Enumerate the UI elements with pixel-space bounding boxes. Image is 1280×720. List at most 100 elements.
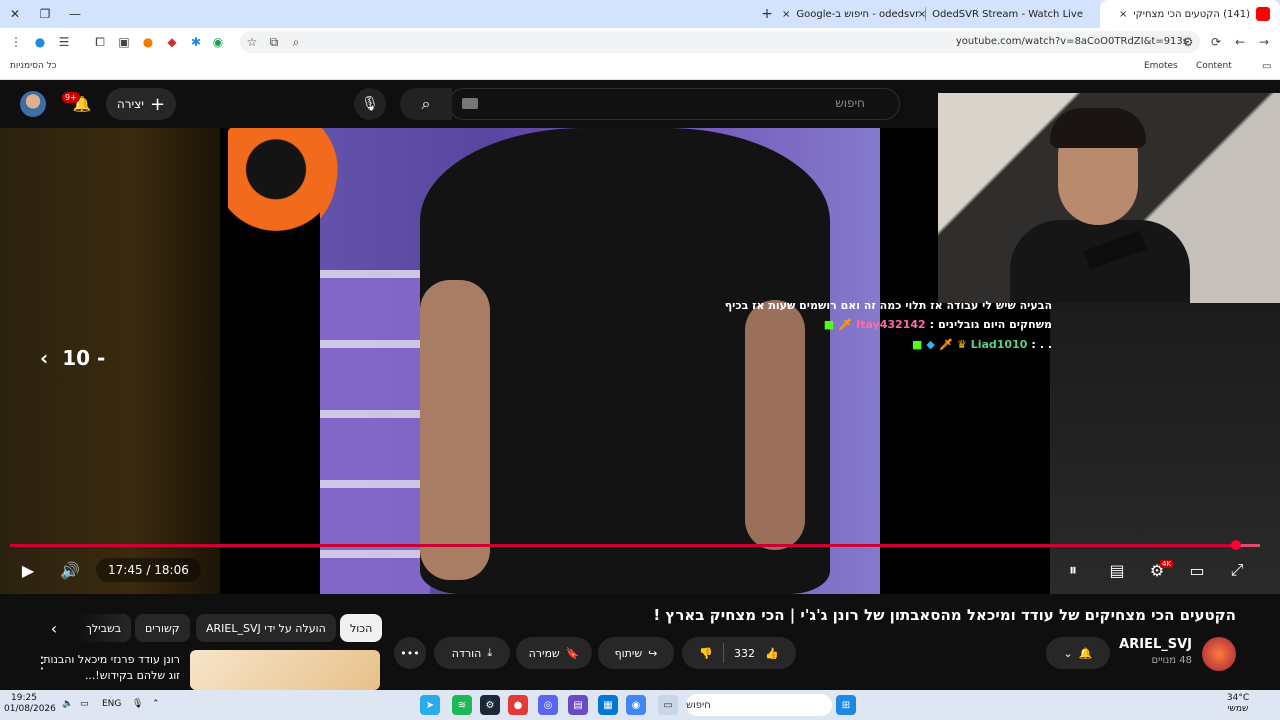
blur-panel: [1050, 300, 1280, 594]
scrubber-handle[interactable]: [1231, 540, 1241, 550]
download-icon: ⤓: [487, 646, 493, 659]
fullscreen-icon[interactable]: ⤢: [1224, 558, 1250, 582]
close-tab-icon[interactable]: ×: [782, 9, 790, 20]
keyboard-icon[interactable]: [462, 98, 478, 109]
progress-bar[interactable]: [10, 544, 1260, 547]
divider: [723, 643, 724, 663]
steam-icon[interactable]: ⚙: [480, 695, 500, 715]
volume-icon[interactable]: 🔊: [56, 558, 84, 582]
download-button[interactable]: ⤓ הורדה: [434, 637, 510, 669]
extension-icon[interactable]: ●: [138, 32, 158, 52]
theater-mode-icon[interactable]: ▭: [1184, 558, 1210, 582]
tab-search-icon[interactable]: ▣: [114, 32, 134, 52]
chat-message: משחקים היום גובלינים: [938, 318, 1052, 331]
video-arm: [745, 300, 805, 550]
taskbar-search-label: חיפוש: [686, 699, 711, 711]
speaker-icon[interactable]: 🔈: [62, 699, 73, 710]
site-settings-icon[interactable]: ⚙: [1178, 32, 1198, 52]
minimize-window-icon[interactable]: —: [60, 0, 90, 28]
like-count[interactable]: 332: [734, 647, 755, 660]
restore-window-icon[interactable]: ❐: [30, 0, 60, 28]
tab-google[interactable]: odedsvr - חיפוש ב-Google ×: [782, 0, 932, 28]
chevron-down-icon: ⌄: [1063, 646, 1073, 660]
sword-badge-icon: 🗡: [838, 318, 853, 331]
discord-icon[interactable]: ◎: [538, 695, 558, 715]
taskbar-search[interactable]: חיפוש: [686, 694, 832, 716]
app-icon[interactable]: ●: [508, 695, 528, 715]
video-title: הקטעים הכי מצחיקים של עודד ומיכאל מהסאבת…: [653, 606, 1236, 624]
like-icon[interactable]: 👍: [765, 647, 779, 660]
menu-icon[interactable]: ⋮: [6, 32, 26, 52]
autoplay-toggle[interactable]: ⏸: [1060, 558, 1086, 582]
task-view-icon[interactable]: ▭: [658, 695, 678, 715]
chip-all[interactable]: הכול: [340, 614, 383, 642]
close-window-icon[interactable]: ✕: [0, 0, 30, 28]
channel-name[interactable]: ARIEL_SVJ: [1119, 637, 1192, 652]
windows-start-icon[interactable]: ⊞: [836, 695, 856, 715]
new-tab-button[interactable]: +: [752, 0, 782, 28]
more-vert-icon[interactable]: ⋮: [32, 652, 52, 672]
share-button[interactable]: ↪ שיתוף: [598, 637, 674, 669]
extension-icon[interactable]: ✱: [186, 32, 206, 52]
rewind-indicator: ‹ 10 -: [40, 346, 105, 370]
close-tab-icon[interactable]: ×: [1119, 9, 1127, 20]
chevron-left-icon: ‹: [40, 346, 49, 370]
create-button[interactable]: יצירה +: [106, 88, 176, 120]
chevron-left-icon[interactable]: ‹: [44, 618, 64, 638]
zoom-icon[interactable]: ⌕: [286, 32, 306, 52]
tab-youtube[interactable]: (141) הקטעים הכי מצחיקי ×: [1100, 0, 1280, 28]
bookmark-folder-icon[interactable]: ▭: [1262, 61, 1271, 72]
play-icon[interactable]: ▶: [14, 558, 42, 582]
extensions-puzzle-icon[interactable]: ⧠: [90, 32, 110, 52]
translate-icon[interactable]: ⧉: [264, 32, 284, 52]
recommendation-thumbnail[interactable]: [190, 650, 380, 690]
language-indicator[interactable]: ENG: [102, 699, 121, 710]
download-label: הורדה: [451, 646, 482, 660]
bookmark-content[interactable]: Content: [1196, 61, 1232, 71]
chat-username: Liad1010: [970, 338, 1028, 351]
subtitles-icon[interactable]: ▤: [1104, 558, 1130, 582]
crown-badge-icon: ♛: [956, 338, 967, 351]
subscriber-count: 48 מנויים: [1151, 655, 1192, 666]
chrome-icon[interactable]: ◉: [626, 695, 646, 715]
recommendation-title[interactable]: רונן עודד פרנזי מיכאל והבנות זוג שלהם בק…: [40, 652, 180, 684]
weather-widget[interactable]: 34°C שמשי: [1220, 693, 1256, 715]
bookmark-star-icon[interactable]: ☆: [242, 32, 262, 52]
mic-icon[interactable]: 🎙: [354, 88, 386, 120]
apps-grid-icon[interactable]: ▦: [598, 695, 618, 715]
extension-icon[interactable]: ◆: [162, 32, 182, 52]
subscribe-bell-button[interactable]: 🔔 ⌄: [1046, 637, 1110, 669]
reading-list-icon[interactable]: ☰: [54, 32, 74, 52]
chip-uploaded-by[interactable]: הועלה על ידי ARIEL_SVJ: [196, 614, 336, 642]
network-icon[interactable]: ▭: [80, 699, 89, 710]
app-icon[interactable]: ▤: [568, 695, 588, 715]
reload-icon[interactable]: ⟳: [1206, 32, 1226, 52]
url-text[interactable]: youtube.com/watch?v=8aCoO0TRdZI&t=913s: [956, 36, 1188, 47]
avatar[interactable]: [20, 91, 46, 117]
save-button[interactable]: 🔖 שמירה: [516, 637, 592, 669]
chip-for-you[interactable]: בשבילך: [76, 614, 132, 642]
chip-related[interactable]: קשורים: [135, 614, 190, 642]
youtube-icon: [1256, 7, 1270, 21]
telegram-icon[interactable]: ➤: [420, 695, 440, 715]
search-input[interactable]: [448, 88, 900, 120]
extension-icon[interactable]: ◉: [208, 32, 228, 52]
weather-desc: שמשי: [1227, 704, 1249, 714]
dislike-icon[interactable]: 👎: [699, 647, 713, 660]
clock[interactable]: 19:25 01/08/2026: [4, 693, 56, 715]
more-actions-icon[interactable]: •••: [394, 637, 426, 669]
chat-line: . . : Liad1010 ♛ 🗡 ◆ ■: [911, 338, 1052, 351]
tab-stream[interactable]: OdedSVR Stream - Watch Live ×: [918, 0, 1095, 28]
chevron-up-icon[interactable]: ⌃: [152, 699, 160, 710]
all-bookmarks[interactable]: כל הסימניות: [10, 61, 57, 71]
mic-tray-icon[interactable]: 🎙: [132, 699, 143, 710]
share-icon: ↪: [648, 646, 658, 660]
bookmark-emotes[interactable]: Emotes: [1144, 61, 1178, 71]
forward-icon[interactable]: ←: [1230, 32, 1250, 52]
channel-avatar[interactable]: [1202, 637, 1236, 671]
profile-icon[interactable]: ●: [30, 32, 50, 52]
rewind-label: 10 -: [62, 346, 106, 370]
back-icon[interactable]: →: [1254, 32, 1274, 52]
spotify-icon[interactable]: ≋: [452, 695, 472, 715]
search-icon[interactable]: ⌕: [400, 88, 452, 120]
